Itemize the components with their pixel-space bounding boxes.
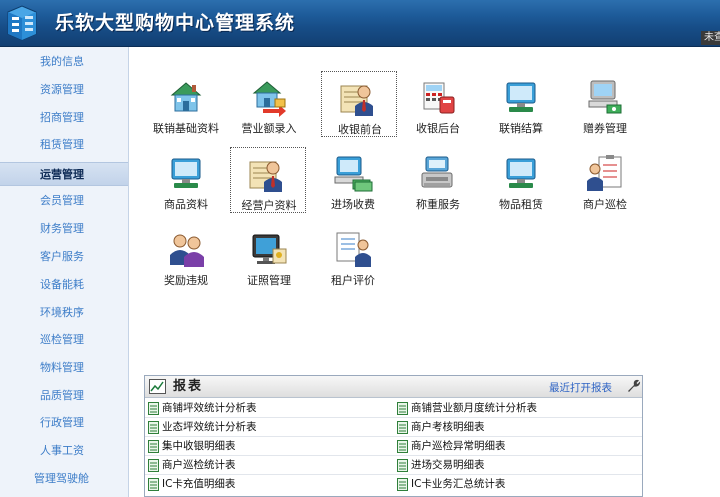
- func-license-management[interactable]: 证照管理: [231, 223, 307, 289]
- report-title: 报表: [173, 379, 204, 394]
- func-coupon-management[interactable]: 赠券管理: [567, 71, 643, 137]
- func-label: 收银前台: [338, 123, 382, 136]
- report-row: 业态坪效统计分析表 商户考核明细表: [145, 418, 642, 437]
- func-label: 联销基础资料: [153, 122, 219, 135]
- report-row: 商铺坪效统计分析表 商铺营业额月度统计分析表: [145, 399, 642, 418]
- report-row: 商户巡检统计表 进场交易明细表: [145, 456, 642, 475]
- certificate-icon: [252, 234, 287, 264]
- func-label: 联销结算: [499, 122, 543, 135]
- report-doc-icon: [397, 421, 408, 434]
- report-doc-icon: [397, 440, 408, 453]
- report-doc-icon: [148, 440, 159, 453]
- monitor-icon: [171, 158, 201, 188]
- recent-reports-link[interactable]: 最近打开报表: [549, 380, 612, 395]
- computer-icon: [588, 80, 622, 114]
- sidebar-item-customer-service[interactable]: 客户服务: [0, 245, 128, 269]
- report-doc-icon: [397, 459, 408, 472]
- document-person-icon: [336, 232, 371, 267]
- report-doc-icon: [148, 421, 159, 434]
- func-label: 进场收费: [331, 198, 375, 211]
- func-union-settlement[interactable]: 联销结算: [483, 71, 559, 137]
- title-bar: 乐软大型购物中心管理系统 未查: [0, 0, 720, 47]
- sidebar-item-materials[interactable]: 物料管理: [0, 356, 128, 380]
- house-icon: [170, 82, 202, 112]
- app-logo-icon: [7, 5, 37, 41]
- report-doc-icon: [148, 402, 159, 415]
- report-doc-icon: [148, 459, 159, 472]
- sidebar-item-operations[interactable]: 运营管理: [0, 162, 128, 186]
- app-title: 乐软大型购物中心管理系统: [55, 12, 296, 34]
- func-label: 商户巡检: [583, 198, 627, 211]
- func-label: 经营户资料: [241, 199, 297, 212]
- house-arrow-icon: [252, 81, 286, 117]
- sidebar-item-resources[interactable]: 资源管理: [0, 78, 128, 102]
- sidebar-item-hr-payroll[interactable]: 人事工资: [0, 439, 128, 463]
- clipboard-person-icon: [587, 155, 622, 191]
- chart-icon: [149, 379, 166, 394]
- report-item-label: 商户考核明细表: [411, 421, 485, 433]
- sidebar-item-equipment-energy[interactable]: 设备能耗: [0, 273, 128, 297]
- report-item-label: 业态坪效统计分析表: [162, 421, 257, 433]
- sidebar-item-admin[interactable]: 行政管理: [0, 411, 128, 435]
- func-product-data[interactable]: 商品资料: [148, 147, 224, 213]
- report-doc-icon: [397, 478, 408, 491]
- func-cashier-front[interactable]: 收银前台: [321, 71, 397, 137]
- report-row: IC卡充值明细表 IC卡业务汇总统计表: [145, 475, 642, 494]
- report-item-label: 集中收银明细表: [162, 440, 236, 452]
- sidebar-item-leasing-invite[interactable]: 招商管理: [0, 106, 128, 130]
- sidebar-nav: 我的信息 资源管理 招商管理 租赁管理 运营管理 会员管理 财务管理 客户服务 …: [0, 47, 129, 497]
- report-doc-icon: [397, 402, 408, 415]
- func-entry-fee[interactable]: 进场收费: [315, 147, 391, 213]
- func-label: 赠券管理: [583, 122, 627, 135]
- report-doc-icon: [148, 478, 159, 491]
- scale-icon: [421, 156, 453, 188]
- func-cashier-back[interactable]: 收银后台: [400, 71, 476, 137]
- title-tag: 未查: [701, 31, 720, 45]
- report-panel: 报表 最近打开报表 商铺坪效统计分析表 商铺营业额月度统计分析表 业态坪效统计分…: [144, 375, 643, 497]
- sidebar-item-my-info[interactable]: 我的信息: [0, 50, 128, 74]
- sidebar-item-cockpit[interactable]: 管理驾驶舱: [0, 467, 128, 491]
- func-label: 证照管理: [247, 274, 291, 287]
- report-item-label: 商户巡检异常明细表: [411, 440, 506, 452]
- manager-icon: [249, 161, 282, 192]
- func-label: 收银后台: [416, 122, 460, 135]
- report-header: 报表 最近打开报表: [145, 376, 642, 398]
- func-weighing-service[interactable]: 称重服务: [400, 147, 476, 213]
- sidebar-item-quality[interactable]: 品质管理: [0, 384, 128, 408]
- report-item-label: 商铺营业额月度统计分析表: [411, 402, 537, 414]
- func-tenant-evaluation[interactable]: 租户评价: [315, 223, 391, 289]
- func-label: 物品租赁: [499, 198, 543, 211]
- sidebar-item-inspection[interactable]: 巡检管理: [0, 328, 128, 352]
- sidebar-item-rental[interactable]: 租赁管理: [0, 133, 128, 157]
- func-revenue-entry[interactable]: 营业额录入: [231, 71, 307, 137]
- func-label: 称重服务: [416, 198, 460, 211]
- sidebar-item-environment[interactable]: 环境秩序: [0, 301, 128, 325]
- monitor-icon: [506, 158, 536, 188]
- report-item-label: IC卡充值明细表: [162, 478, 236, 490]
- people-icon: [170, 234, 204, 267]
- func-label: 租户评价: [331, 274, 375, 287]
- func-union-basic-data[interactable]: 联销基础资料: [148, 71, 224, 137]
- manager-icon: [340, 85, 373, 116]
- func-label: 商品资料: [164, 198, 208, 211]
- sidebar-item-finance[interactable]: 财务管理: [0, 217, 128, 241]
- wrench-icon[interactable]: [625, 378, 641, 394]
- computer-cash-icon: [334, 156, 373, 192]
- func-rewards-violations[interactable]: 奖励违规: [148, 223, 224, 289]
- report-item-label: IC卡业务汇总统计表: [411, 478, 506, 490]
- func-tenant-inspection[interactable]: 商户巡检: [567, 147, 643, 213]
- report-item-label: 商户巡检统计表: [162, 459, 236, 471]
- calculator-icon: [423, 82, 455, 114]
- func-item-rental[interactable]: 物品租赁: [483, 147, 559, 213]
- func-label: 奖励违规: [164, 274, 208, 287]
- report-item-label: 商铺坪效统计分析表: [162, 402, 257, 414]
- func-tenant-data[interactable]: 经营户资料: [230, 147, 306, 213]
- report-row: 集中收银明细表 商户巡检异常明细表: [145, 437, 642, 456]
- monitor-icon: [506, 82, 536, 112]
- sidebar-item-members[interactable]: 会员管理: [0, 189, 128, 213]
- func-label: 营业额录入: [241, 122, 297, 135]
- report-item-label: 进场交易明细表: [411, 459, 485, 471]
